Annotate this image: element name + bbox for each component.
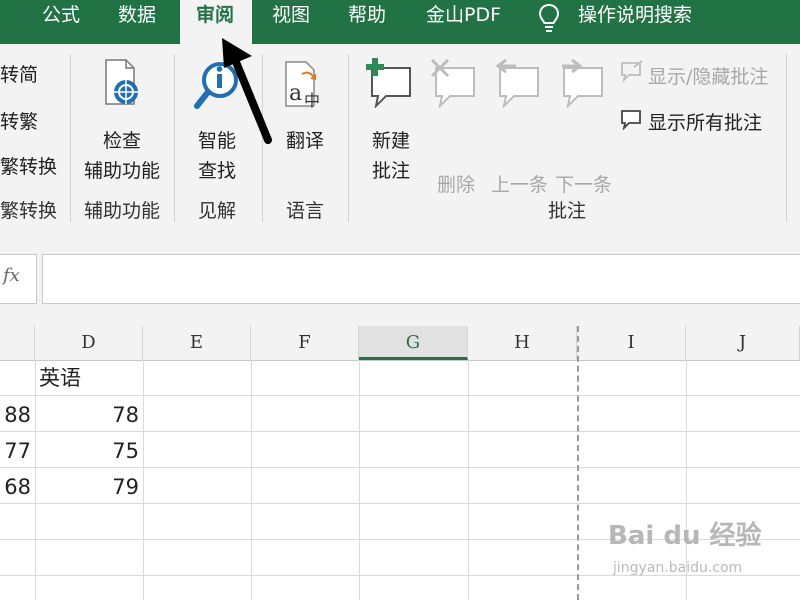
cell-d4[interactable]: 79 bbox=[35, 469, 139, 505]
lightbulb-icon[interactable] bbox=[538, 3, 560, 33]
annotation-arrow-icon bbox=[222, 38, 272, 144]
tab-data[interactable]: 数据 bbox=[118, 0, 156, 44]
baidu-watermark-url: jingyan.baidu.com bbox=[613, 560, 743, 576]
tab-help[interactable]: 帮助 bbox=[348, 0, 386, 44]
translate-button[interactable]: 翻译 bbox=[286, 126, 324, 153]
tell-me-search[interactable]: 操作说明搜索 bbox=[578, 0, 692, 44]
column-header-g[interactable]: G bbox=[359, 326, 468, 360]
tab-pdf[interactable]: 金山PDF bbox=[426, 0, 501, 44]
formula-bar: fx bbox=[0, 228, 800, 326]
group-separator bbox=[786, 54, 787, 222]
trad-to-simp-button[interactable]: 转简 bbox=[0, 60, 38, 87]
group-separator bbox=[348, 54, 349, 222]
group-separator bbox=[174, 54, 175, 222]
smart-lookup-line2[interactable]: 查找 bbox=[198, 156, 236, 183]
column-header-h[interactable]: H bbox=[468, 326, 577, 360]
ribbon-tab-bar: 公式 数据 审阅 视图 帮助 金山PDF 操作说明搜索 bbox=[0, 0, 800, 44]
new-comment-line2[interactable]: 批注 bbox=[372, 156, 410, 183]
ribbon-panel: 转简 转繁 繁转换 繁转换 检查 辅助功能 辅助功能 智能 查找 见解 a 中 … bbox=[0, 44, 800, 229]
show-hide-comment-icon bbox=[620, 60, 644, 83]
check-accessibility-line2[interactable]: 辅助功能 bbox=[84, 156, 160, 183]
cell-d1[interactable]: 英语 bbox=[39, 360, 81, 396]
previous-comment-icon[interactable] bbox=[494, 58, 542, 110]
insert-function-box[interactable]: fx bbox=[0, 254, 37, 304]
column-header-f[interactable]: F bbox=[251, 326, 359, 360]
accessibility-check-icon[interactable] bbox=[102, 58, 140, 108]
show-hide-comment-button[interactable]: 显示/隐藏批注 bbox=[648, 62, 768, 89]
cell-d2[interactable]: 78 bbox=[35, 397, 139, 433]
delete-comment-icon[interactable] bbox=[430, 58, 478, 110]
column-header-row: D E F G H I J bbox=[0, 326, 800, 361]
svg-text:中: 中 bbox=[304, 91, 320, 110]
check-accessibility-line1[interactable]: 检查 bbox=[103, 126, 141, 153]
page-break-line bbox=[577, 326, 579, 600]
svg-text:a: a bbox=[289, 81, 302, 106]
column-header-i[interactable]: I bbox=[577, 326, 686, 360]
group-label-accessibility: 辅助功能 bbox=[84, 200, 161, 222]
group-label-language: 语言 bbox=[286, 200, 325, 222]
show-all-comments-icon bbox=[620, 108, 644, 131]
cell-c3[interactable]: 77 bbox=[0, 433, 31, 469]
cell-c2[interactable]: 88 bbox=[0, 397, 31, 433]
formula-input[interactable] bbox=[42, 254, 800, 304]
show-all-comments-button[interactable]: 显示所有批注 bbox=[648, 108, 762, 135]
cell-d3[interactable]: 75 bbox=[35, 433, 139, 469]
fx-icon[interactable]: fx bbox=[3, 265, 20, 286]
group-separator bbox=[70, 54, 71, 222]
column-header-c[interactable] bbox=[0, 326, 35, 360]
next-comment-icon[interactable] bbox=[558, 58, 606, 110]
next-comment-button[interactable]: 下一条 bbox=[555, 170, 612, 197]
column-header-d[interactable]: D bbox=[35, 326, 143, 360]
group-label-comments: 批注 bbox=[548, 200, 587, 222]
convert-button[interactable]: 繁转换 bbox=[0, 152, 57, 179]
cell-c4[interactable]: 68 bbox=[0, 469, 31, 505]
new-comment-line1[interactable]: 新建 bbox=[372, 126, 410, 153]
delete-comment-button[interactable]: 删除 bbox=[437, 170, 475, 197]
column-header-e[interactable]: E bbox=[143, 326, 251, 360]
column-header-j[interactable]: J bbox=[686, 326, 800, 360]
group-label-chinese: 繁转换 bbox=[0, 200, 58, 222]
tab-formulas[interactable]: 公式 bbox=[42, 0, 80, 44]
simp-to-trad-button[interactable]: 转繁 bbox=[0, 107, 38, 134]
translate-icon[interactable]: a 中 bbox=[284, 60, 328, 110]
new-comment-icon[interactable] bbox=[366, 58, 414, 110]
baidu-watermark: Bai du 经验 bbox=[608, 521, 762, 551]
group-label-insights: 见解 bbox=[198, 200, 237, 222]
previous-comment-button[interactable]: 上一条 bbox=[491, 170, 548, 197]
